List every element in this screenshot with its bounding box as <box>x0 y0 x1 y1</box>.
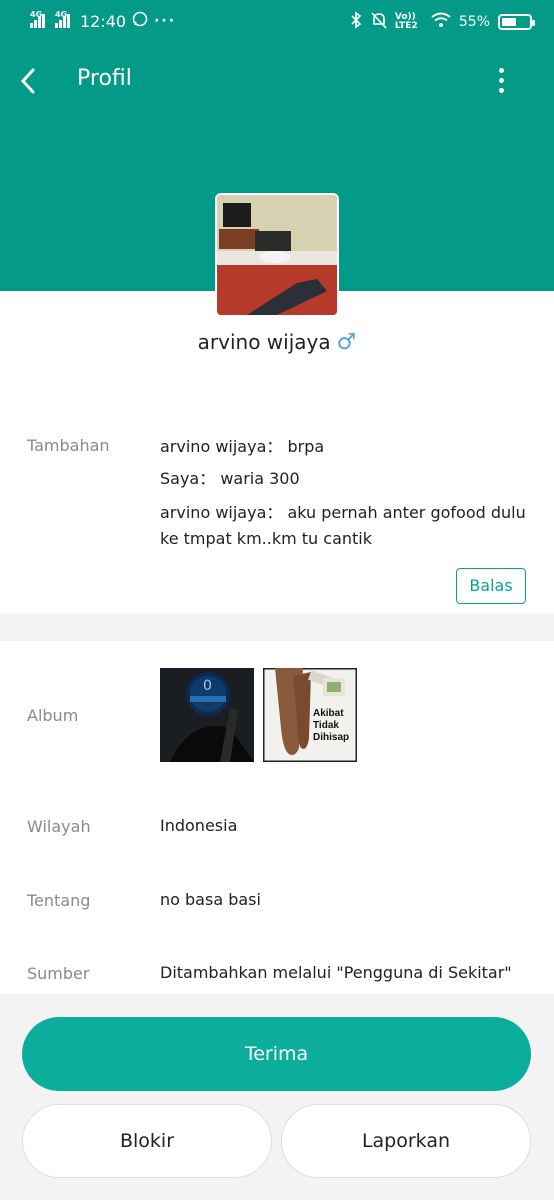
male-gender-icon: ♂ <box>336 330 357 355</box>
profile-name: arvino wijaya <box>197 330 331 354</box>
volte-indicator: Vo)) LTE2 <box>394 12 418 31</box>
battery-percent: 55% <box>458 14 490 30</box>
album-label: Album <box>27 706 79 725</box>
sumber-value: Ditambahkan melalui "Pengguna di Sekitar… <box>160 963 512 982</box>
mute-bell-icon <box>371 11 387 33</box>
signal-icon-1: 4G <box>30 10 45 28</box>
wilayah-label: Wilayah <box>27 817 91 836</box>
sumber-label: Sumber <box>27 964 90 983</box>
page-title: Profil <box>77 66 132 91</box>
profile-name-row: arvino wijaya ♂ <box>0 330 554 355</box>
wifi-icon <box>431 12 451 32</box>
more-options-button[interactable] <box>490 64 514 98</box>
block-button[interactable]: Blokir <box>22 1104 272 1178</box>
status-bar: 4G 4G 12:40 ··· Vo)) LTE2 55% <box>0 0 554 42</box>
signal-icon-2: 4G <box>55 10 70 28</box>
section-divider <box>0 614 554 641</box>
message-2: Saya： waria 300 <box>160 469 300 488</box>
bluetooth-icon <box>349 11 363 33</box>
top-navigation: Profil <box>0 56 554 106</box>
back-button[interactable] <box>16 64 44 98</box>
whatsapp-icon <box>132 11 148 31</box>
accept-button[interactable]: Terima <box>22 1017 531 1091</box>
more-notifications-icon: ··· <box>154 13 177 29</box>
message-3: arvino wijaya： aku pernah anter gofood d… <box>160 503 526 548</box>
battery-icon <box>498 14 535 30</box>
tentang-value: no basa basi <box>160 890 261 909</box>
album-photo-2[interactable]: Akibat Tidak Dihisap <box>263 668 357 762</box>
profile-avatar[interactable] <box>215 193 339 317</box>
avatar-photo <box>217 195 337 315</box>
wilayah-value: Indonesia <box>160 816 238 835</box>
tambahan-label: Tambahan <box>27 436 110 455</box>
meme-caption: Akibat Tidak Dihisap <box>313 708 350 743</box>
svg-text:0: 0 <box>203 678 212 694</box>
tentang-label: Tentang <box>27 891 91 910</box>
album-photo-1[interactable]: 0 <box>160 668 254 762</box>
status-time: 12:40 <box>80 11 127 31</box>
message-1: arvino wijaya： brpa <box>160 437 325 456</box>
report-button[interactable]: Laporkan <box>281 1104 531 1178</box>
reply-button[interactable]: Balas <box>456 568 526 604</box>
motorbike-dashboard-photo: 0 <box>160 668 254 762</box>
